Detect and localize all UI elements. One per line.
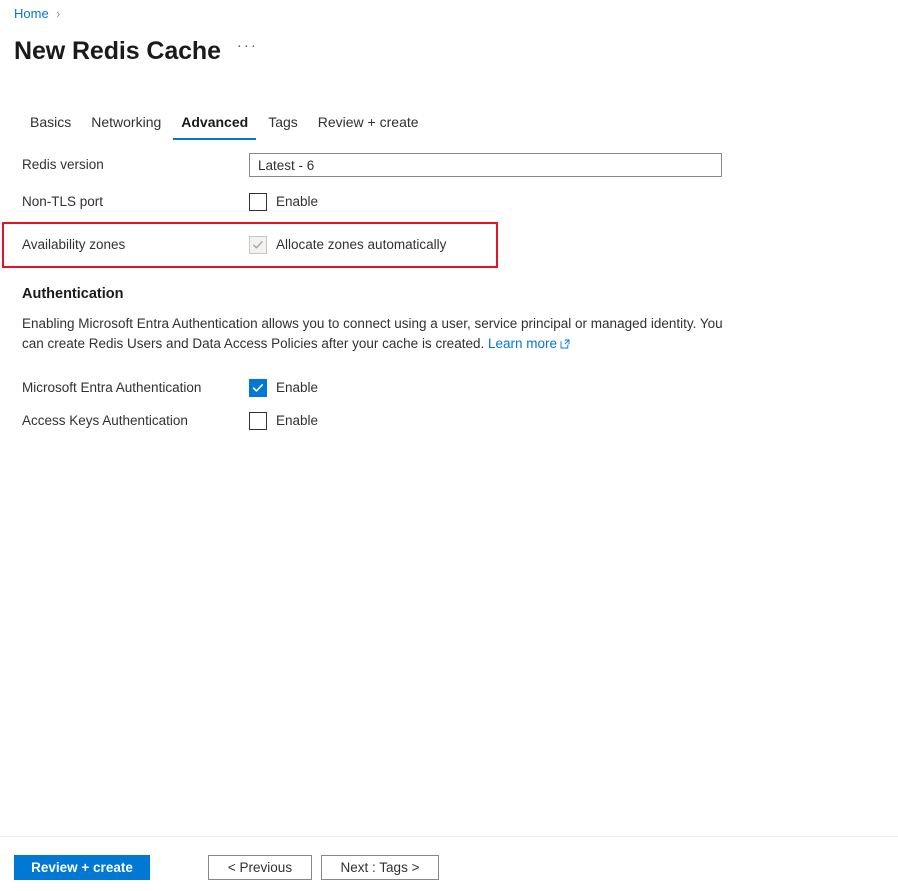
tab-basics[interactable]: Basics (20, 113, 81, 140)
authentication-description-text: Enabling Microsoft Entra Authentication … (22, 316, 723, 351)
non-tls-port-label: Non-TLS port (0, 193, 249, 211)
access-keys-authentication-checkbox-label: Enable (276, 412, 318, 430)
allocate-zones-checkbox-label: Allocate zones automatically (276, 236, 446, 254)
availability-zones-row: Availability zones Allocate zones automa… (0, 224, 898, 266)
redis-version-row: Redis version Latest - 6 (0, 150, 898, 180)
page-title: New Redis Cache (14, 36, 221, 66)
non-tls-port-row: Non-TLS port Enable (0, 180, 898, 224)
checkbox-checked-disabled-icon (249, 236, 267, 254)
access-keys-authentication-field: Enable (249, 412, 898, 430)
tab-networking[interactable]: Networking (81, 113, 171, 140)
wizard-footer: Review + create < Previous Next : Tags > (0, 837, 898, 891)
redis-version-field: Latest - 6 (249, 153, 898, 177)
access-keys-authentication-label: Access Keys Authentication (0, 412, 249, 430)
entra-authentication-row: Microsoft Entra Authentication Enable (0, 368, 898, 407)
availability-zones-field: Allocate zones automatically (249, 236, 898, 254)
allocate-zones-checkbox: Allocate zones automatically (249, 236, 446, 254)
redis-version-label: Redis version (0, 156, 249, 174)
non-tls-port-field: Enable (249, 193, 898, 211)
access-keys-authentication-row: Access Keys Authentication Enable (0, 407, 898, 435)
next-tags-button[interactable]: Next : Tags > (321, 855, 439, 880)
wizard-tabs: Basics Networking Advanced Tags Review +… (20, 113, 429, 140)
entra-authentication-checkbox[interactable]: Enable (249, 379, 318, 397)
checkbox-checked-icon[interactable] (249, 379, 267, 397)
non-tls-port-checkbox[interactable]: Enable (249, 193, 318, 211)
external-link-icon (560, 335, 570, 355)
new-redis-cache-page: Home › New Redis Cache ··· Basics Networ… (0, 0, 898, 891)
entra-authentication-field: Enable (249, 379, 898, 397)
breadcrumb: Home › (14, 5, 60, 23)
redis-version-select[interactable]: Latest - 6 (249, 153, 722, 177)
non-tls-port-checkbox-label: Enable (276, 193, 318, 211)
learn-more-link[interactable]: Learn more (488, 336, 570, 351)
authentication-description: Enabling Microsoft Entra Authentication … (22, 314, 728, 355)
entra-authentication-checkbox-label: Enable (276, 379, 318, 397)
learn-more-label: Learn more (488, 336, 557, 351)
authentication-heading: Authentication (22, 285, 124, 304)
availability-zones-label: Availability zones (0, 236, 249, 254)
tab-advanced[interactable]: Advanced (171, 113, 258, 140)
ellipsis-icon[interactable]: ··· (237, 31, 258, 66)
tab-review-create[interactable]: Review + create (308, 113, 429, 140)
title-row: New Redis Cache ··· (14, 31, 258, 66)
checkbox-unchecked-icon[interactable] (249, 412, 267, 430)
advanced-form: Redis version Latest - 6 Non-TLS port En… (0, 150, 898, 266)
access-keys-authentication-checkbox[interactable]: Enable (249, 412, 318, 430)
chevron-right-icon: › (56, 5, 60, 23)
entra-authentication-label: Microsoft Entra Authentication (0, 379, 249, 397)
review-create-button[interactable]: Review + create (14, 855, 150, 880)
tab-tags[interactable]: Tags (258, 113, 308, 140)
authentication-form: Microsoft Entra Authentication Enable Ac… (0, 368, 898, 435)
checkbox-unchecked-icon[interactable] (249, 193, 267, 211)
previous-button[interactable]: < Previous (208, 855, 312, 880)
breadcrumb-home-link[interactable]: Home (14, 5, 49, 23)
